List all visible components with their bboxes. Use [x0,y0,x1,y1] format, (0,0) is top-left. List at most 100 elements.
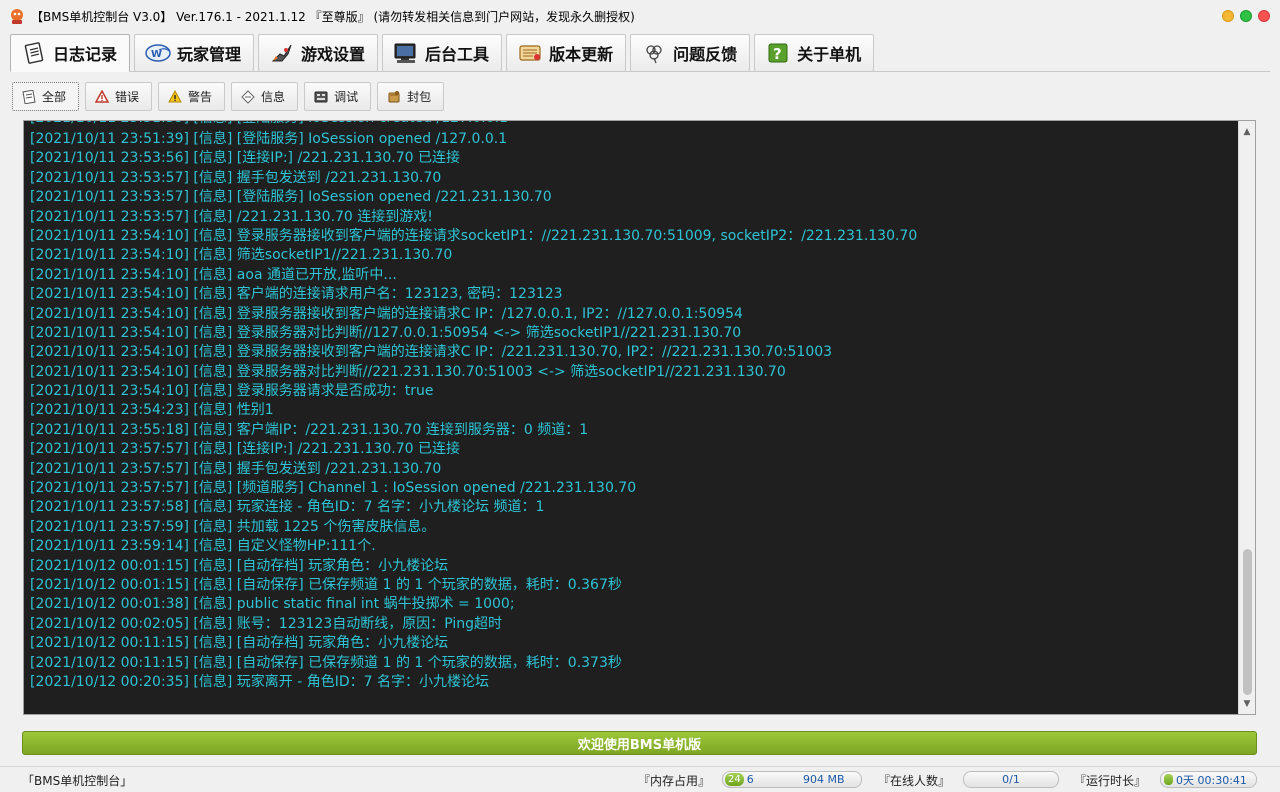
log-timestamp: [2021/10/11 23:54:10] [30,363,189,380]
log-level: [信息] [193,673,233,690]
uptime-value: 0天 00:30:41 [1176,773,1247,787]
minimize-button[interactable] [1222,10,1234,22]
log-filter-bar: 全部 错误 警告 信息 调试 封包 [12,82,445,111]
log-message: [自动保存] 已保存频道 1 的 1 个玩家的数据，耗时：0.373秒 [236,654,622,671]
uptime-box: 0天 00:30:41 [1160,771,1257,788]
scroll-up-icon[interactable]: ▲ [1239,123,1255,140]
log-line: [2021/10/12 00:01:38] [信息] public static… [30,595,1238,614]
filter-all-button[interactable]: 全部 [12,82,80,111]
tab-log[interactable]: 日志记录 [10,34,131,72]
filter-all-label: 全部 [42,90,67,104]
log-line: [2021/10/12 00:11:15] [信息] [自动存档] 玩家角色：小… [30,634,1238,653]
log-timestamp: [2021/10/11 23:54:10] [30,324,189,341]
log-timestamp: [2021/10/11 23:59:14] [30,538,189,555]
log-message: 玩家连接 - 角色ID：7 名字：小九楼论坛 频道：1 [236,499,545,516]
log-timestamp: [2021/10/11 23:54:10] [30,247,189,264]
log-message: public static final int 蜗牛投掷术 = 1000; [236,596,515,613]
log-message: 登录服务器请求是否成功：true [236,383,434,400]
scroll-thumb[interactable] [1243,549,1252,695]
log-timestamp: [2021/10/11 23:54:23] [30,402,189,419]
log-line: [2021/10/11 23:53:57] [信息] 握手包发送到 /221.2… [30,169,1238,188]
online-count-box: 0/1 [963,771,1059,788]
tab-about[interactable]: ? 关于单机 [754,34,875,72]
log-message: [自动存档] 玩家角色：小九楼论坛 [236,557,449,574]
filter-info-button[interactable]: 信息 [231,82,299,111]
log-level: [信息] [193,266,233,283]
filter-error-button[interactable]: 错误 [85,82,153,111]
log-line: [2021/10/11 23:54:10] [信息] 登录服务器接收到客户端的连… [30,343,1238,362]
log-message: 握手包发送到 /221.231.130.70 [236,460,442,477]
log-timestamp: [2021/10/11 23:57:59] [30,518,189,535]
rocket-icon [269,41,295,65]
online-label: 『在线人数』 [878,774,951,788]
tab-player-management-label: 玩家管理 [177,45,242,64]
info-icon [240,89,256,105]
filter-debug-button[interactable]: 调试 [304,82,372,111]
log-level: [信息] [193,305,233,322]
log-level: [信息] [193,344,233,361]
error-icon [94,89,110,105]
log-level: [信息] [193,576,233,593]
log-scrollbar[interactable]: ▲ ▼ [1238,121,1255,714]
memory-fill: 24 [725,773,744,786]
log-level: [信息] [193,150,233,167]
log-message: /221.231.130.70 连接到游戏! [236,208,433,225]
log-message: 自定义怪物HP:111个. [236,538,376,555]
maximize-button[interactable] [1240,10,1252,22]
help-icon: ? [765,41,791,65]
filter-packet-button[interactable]: 封包 [377,82,445,111]
online-value: 0/1 [1002,773,1020,786]
log-line: [2021/10/12 00:02:05] [信息] 账号：123123自动断线… [30,615,1238,634]
log-level: [信息] [193,654,233,671]
log-message: 账号：123123自动断线，原因：Ping超时 [236,615,503,632]
log-level: [信息] [193,402,233,419]
warning-icon [167,89,183,105]
tab-log-label: 日志记录 [53,45,118,64]
log-timestamp: [2021/10/11 23:55:18] [30,421,189,438]
debug-icon [313,89,329,105]
filter-packet-label: 封包 [407,90,432,104]
log-level: [信息] [193,518,233,535]
app-logo-icon [11,9,23,24]
log-message: 客户端IP：/221.231.130.70 连接到服务器：0 频道：1 [236,421,589,438]
tab-game-settings[interactable]: 游戏设置 [258,34,379,72]
log-level: [信息] [193,596,233,613]
log-line: [2021/10/11 23:55:18] [信息] 客户端IP：/221.23… [30,421,1238,440]
close-button[interactable] [1258,10,1270,22]
log-line: [2021/10/11 23:54:23] [信息] 性别1 [30,401,1238,420]
log-message: 登录服务器接收到客户端的连接请求C IP：/221.231.130.70, IP… [236,344,833,361]
log-level: [信息] [193,421,233,438]
title-bar: 【BMS单机控制台 V3.0】 Ver.176.1 - 2021.1.12 『至… [0,0,1280,32]
log-line: [2021/10/11 23:57:57] [信息] 握手包发送到 /221.2… [30,460,1238,479]
tab-version-update[interactable]: 版本更新 [506,34,627,72]
log-line: [2021/10/11 23:54:10] [信息] 登录服务器接收到客户端的连… [30,227,1238,246]
log-line: [2021/10/12 00:20:35] [信息] 玩家离开 - 角色ID：7… [30,673,1238,692]
log-timestamp: [2021/10/12 00:11:15] [30,635,189,652]
log-timestamp: [2021/10/11 23:54:10] [30,305,189,322]
svg-text:W: W [151,49,162,60]
log-line: [2021/10/11 23:54:10] [信息] aoa 通道已开放,监听中… [30,266,1238,285]
log-line: [2021/10/11 23:53:57] [信息] [登陆服务] IoSess… [30,188,1238,207]
log-timestamp: [2021/10/11 23:54:10] [30,383,189,400]
log-timestamp: [2021/10/11 23:54:10] [30,286,189,303]
log-timestamp: [2021/10/11 23:53:57] [30,208,189,225]
log-lines: [2021/10/11 23:51:39] [信息] [登陆服务] IoSess… [24,121,1238,714]
tab-player-management[interactable]: W 玩家管理 [134,34,255,72]
log-level: [信息] [193,247,233,264]
scroll-down-icon[interactable]: ▼ [1239,695,1255,712]
window-title: 【BMS单机控制台 V3.0】 Ver.176.1 - 2021.1.12 『至… [31,10,635,24]
log-console[interactable]: [2021/10/11 23:51:39] [信息] [登陆服务] IoSess… [23,120,1256,715]
notebook-icon [21,41,47,65]
log-level: [信息] [193,635,233,652]
main-tab-bar: 日志记录 W 玩家管理 游戏设置 后台工具 版本更新 问题反馈 ? 关于单机 [10,34,875,72]
log-line: [2021/10/12 00:11:15] [信息] [自动保存] 已保存频道 … [30,654,1238,673]
log-timestamp: [2021/10/11 23:57:57] [30,441,189,458]
log-level: [信息] [193,615,233,632]
filter-warning-button[interactable]: 警告 [158,82,226,111]
memory-percent-tail: 6 [746,773,754,786]
tab-backend-tools[interactable]: 后台工具 [382,34,503,72]
log-level: [信息] [193,383,233,400]
log-message: 登录服务器接收到客户端的连接请求socketIP1：//221.231.130.… [236,227,918,244]
log-level: [信息] [193,363,233,380]
tab-feedback[interactable]: 问题反馈 [630,34,751,72]
